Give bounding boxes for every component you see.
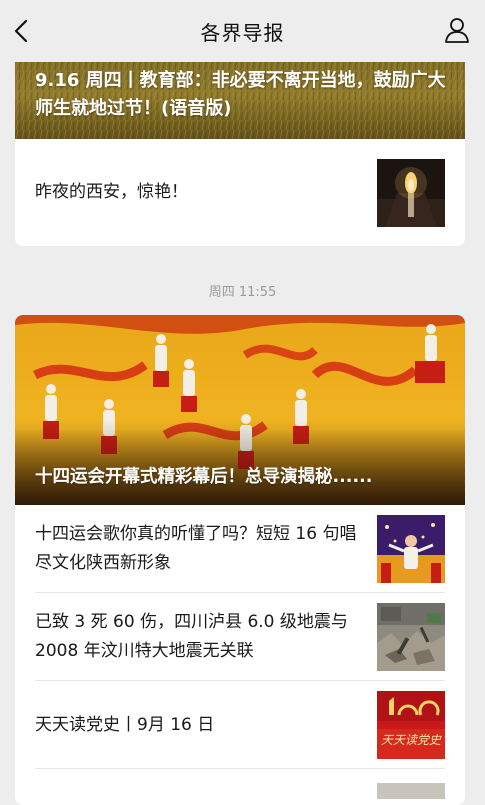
profile-button[interactable] [443,16,471,44]
article-title: 已致 3 死 60 伤，四川泸县 6.0 级地震与 2008 年汶川特大地震无关… [35,612,348,661]
list-item[interactable]: 十四运会歌你真的听懂了吗？短短 16 句唱尽文化陕西新形象 [15,505,465,593]
hero-article[interactable]: 9.16 周四丨教育部：非必要不离开当地，鼓励广大师生就地过节！(语音版) [15,50,465,139]
partial-image [377,783,445,799]
hero-title: 十四运会开幕式精彩幕后！总导演揭秘...... [35,467,373,487]
thumbnail-text: 天天读党史 [380,733,441,747]
earthquake-rubble-image [377,603,445,671]
performer-image [377,515,445,583]
person-icon [445,18,469,43]
list-item[interactable]: 已致 3 死 60 伤，四川泸县 6.0 级地震与 2008 年汶川特大地震无关… [15,593,465,681]
article-thumbnail [377,158,445,227]
message-timestamp: 周四 11:55 [208,285,277,300]
article-thumbnail [377,515,445,583]
back-button[interactable] [10,17,34,45]
article-title: 天天读党史丨9月 16 日 [35,714,215,735]
article-title: 昨夜的西安，惊艳！ [35,182,188,202]
list-item[interactable]: 天天读党史丨9月 16 日 天天读党史 [15,681,465,769]
article-thumbnail: 天天读党史 [377,691,445,759]
article-card: 十四运会开幕式精彩幕后！总导演揭秘...... 十四运会歌你真的听懂了吗？短短 … [15,315,465,805]
nav-bar: 各界导报 [0,0,485,62]
article-title: 十四运会歌你真的听懂了吗？短短 16 句唱尽文化陕西新形象 [35,524,357,573]
list-item-partial[interactable] [15,769,465,799]
page-title: 各界导报 [200,20,285,45]
article-thumbnail [377,603,445,671]
list-item[interactable]: 昨夜的西安，惊艳！ [15,139,465,246]
chevron-left-icon [14,19,28,43]
torch-night-image [377,158,445,227]
article-thumbnail [377,769,445,799]
hero-title: 9.16 周四丨教育部：非必要不离开当地，鼓励广大师生就地过节！(语音版) [35,70,446,119]
party-history-banner-image [377,691,445,759]
hero-article[interactable]: 十四运会开幕式精彩幕后！总导演揭秘...... [15,315,465,505]
article-card: 9.16 周四丨教育部：非必要不离开当地，鼓励广大师生就地过节！(语音版) 昨夜… [15,50,465,246]
